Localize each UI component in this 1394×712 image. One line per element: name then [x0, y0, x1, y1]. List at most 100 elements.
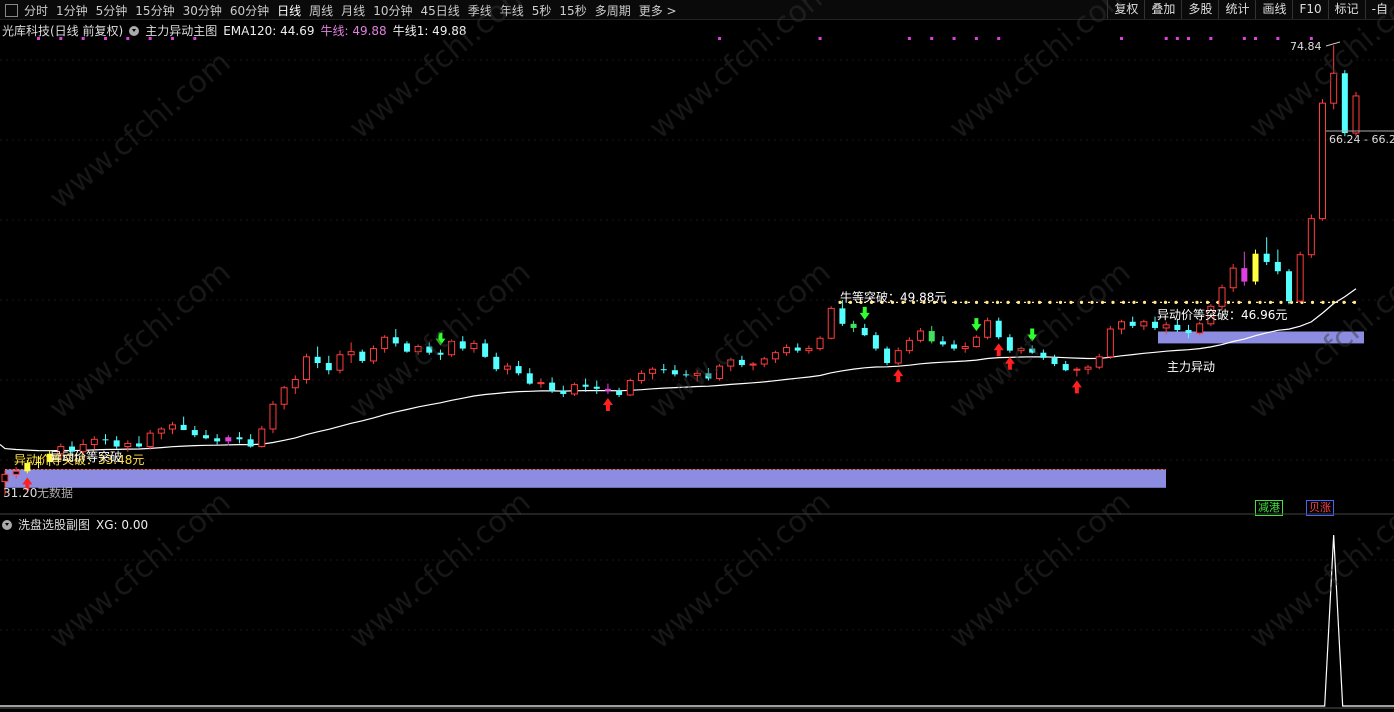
- candle-body: [359, 351, 366, 361]
- candle-body: [1062, 364, 1069, 371]
- signal-dot: [193, 37, 197, 40]
- candle-body: [805, 348, 813, 352]
- candle-body: [570, 384, 578, 395]
- candle-body: [560, 390, 567, 394]
- watermark: www.cfchi.com: [643, 0, 838, 146]
- signal-dot: [170, 37, 174, 40]
- signal-dot: [1164, 37, 1168, 40]
- bull-line-dot: [1205, 300, 1210, 304]
- low-price-label: 31.20: [3, 486, 37, 500]
- candle-body: [392, 337, 399, 344]
- candle-body: [1129, 321, 1136, 326]
- candle-body: [771, 352, 779, 360]
- candle-body: [604, 388, 611, 391]
- candle-body: [191, 430, 198, 436]
- bull-line-dot: [1016, 300, 1021, 304]
- candle-body: [827, 307, 835, 339]
- candle-body: [302, 356, 310, 381]
- candle-body: [515, 366, 522, 374]
- candle-body: [894, 350, 902, 364]
- candle-body: [1152, 321, 1159, 328]
- bull-line-dot: [1226, 300, 1231, 304]
- candle-body: [482, 343, 489, 357]
- candle-body: [760, 358, 768, 365]
- down-arrow: [971, 318, 982, 332]
- candle-body: [1084, 366, 1092, 370]
- candle-body: [1352, 95, 1360, 134]
- down-arrow: [859, 306, 870, 320]
- bull-line-dot: [953, 300, 958, 304]
- candle-body: [135, 443, 142, 447]
- candle-body: [637, 372, 645, 382]
- candle-body: [269, 403, 277, 430]
- candle-body: [1296, 254, 1304, 302]
- bull-line-dot: [1132, 300, 1136, 304]
- candle-body: [1174, 324, 1181, 331]
- bull-line-dot: [1121, 300, 1126, 304]
- candle-body: [90, 438, 98, 445]
- candle-body: [1073, 368, 1081, 371]
- watermark: www.cfchi.com: [343, 485, 538, 656]
- watermark: www.cfchi.com: [43, 45, 238, 216]
- bull-line-dot: [1027, 300, 1031, 304]
- up-arrow: [602, 397, 613, 411]
- bull-line-dot: [1153, 300, 1157, 304]
- bull-line-dot: [1310, 300, 1315, 304]
- candle-body: [1185, 330, 1192, 334]
- signal-dot: [148, 37, 152, 40]
- candle-body: [336, 354, 344, 371]
- abnormal-break-label: 异动价等突破：46.96元: [1157, 307, 1287, 322]
- candle-body: [783, 347, 791, 354]
- signal-dot: [974, 37, 978, 40]
- high-price-label: 74.84: [1290, 40, 1322, 53]
- bull-line-dot: [1163, 300, 1168, 304]
- bull-line-dot: [1247, 300, 1252, 304]
- candle-body: [225, 437, 232, 442]
- candle-body: [1095, 356, 1103, 368]
- candle-body: [280, 387, 288, 405]
- candle-body: [157, 428, 165, 434]
- bull-line-dot: [1268, 300, 1273, 304]
- watermark: www.cfchi.com: [43, 485, 238, 656]
- bull-line-dot: [985, 300, 989, 304]
- candle-body: [1229, 267, 1237, 289]
- bull-line-dot: [1174, 300, 1178, 304]
- candle-body: [1319, 102, 1327, 220]
- candle-body: [537, 382, 545, 385]
- bull-line-dot: [1195, 300, 1199, 304]
- signal-dot: [103, 37, 107, 40]
- bull-line-dot: [1048, 300, 1052, 304]
- candle-body: [1307, 218, 1315, 256]
- candle-body: [291, 379, 299, 389]
- kline-chart[interactable]: 牛等突破：49.88元异动价等突破：46.96元主力异动异动价等突破：33.48…: [0, 0, 1394, 712]
- candle-body: [917, 330, 925, 341]
- candle-body: [626, 380, 634, 396]
- candle-body: [146, 432, 154, 448]
- up-arrow: [1071, 380, 1082, 394]
- candle-body: [258, 428, 266, 448]
- bull-line-dot: [1006, 300, 1010, 304]
- watermark: www.cfchi.com: [343, 0, 538, 146]
- signal-dot: [126, 37, 130, 40]
- signal-dot: [1209, 37, 1213, 40]
- candle-body: [984, 320, 992, 338]
- range-label: 66.24 - 66.2: [1329, 133, 1394, 146]
- bull-line-dot: [1184, 300, 1189, 304]
- candle-body: [749, 363, 757, 366]
- signal-dot: [1276, 37, 1280, 40]
- candle-body: [369, 348, 377, 362]
- signal-dot: [1120, 37, 1124, 40]
- candle-body: [861, 327, 868, 336]
- candle-body: [1106, 328, 1114, 358]
- candle-body: [872, 335, 879, 349]
- candle-body: [168, 424, 176, 430]
- signal-dot: [1242, 37, 1246, 40]
- candle-body: [381, 336, 389, 350]
- candle-body: [1274, 261, 1281, 272]
- candle-body: [593, 386, 600, 389]
- bull-line-dot: [1279, 300, 1283, 304]
- candle-body: [549, 382, 556, 391]
- candle-body: [236, 437, 243, 440]
- bull-break-label: 牛等突破：49.88元: [840, 289, 946, 304]
- old-break-zone: [5, 469, 1166, 488]
